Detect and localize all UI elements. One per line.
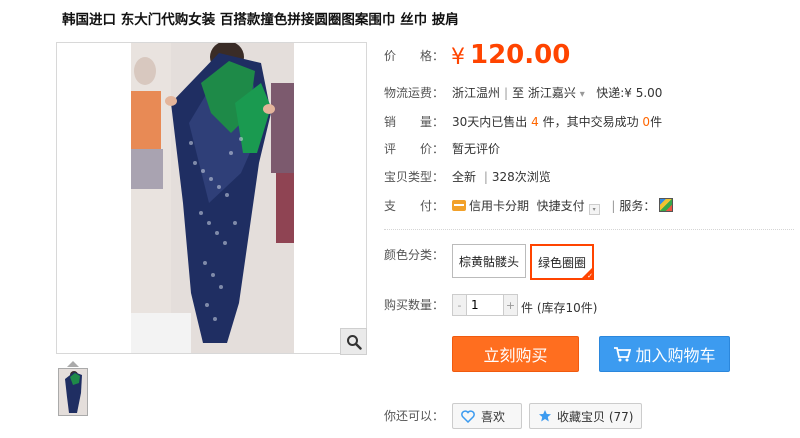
- payment-installment[interactable]: 信用卡分期: [469, 199, 529, 213]
- quantity-label: 购买数量：: [384, 298, 445, 312]
- quantity-increase-button[interactable]: +: [504, 295, 517, 315]
- sales-success-count: 0: [642, 115, 651, 129]
- quantity-row: 购买数量：: [384, 296, 452, 313]
- product-photo: [131, 43, 294, 353]
- credit-card-icon: [452, 200, 466, 211]
- color-option-brown-skull[interactable]: 棕黄骷髅头: [452, 244, 526, 278]
- cart-icon: [614, 347, 632, 362]
- service-icon[interactable]: [659, 198, 674, 212]
- product-title: 韩国进口 东大门代购女装 百搭款撞色拼接圆圈图案围巾 丝巾 披肩: [62, 12, 459, 28]
- payment-label: 支 付：: [384, 199, 445, 213]
- condition-label: 宝贝类型：: [384, 170, 445, 184]
- condition-row: 宝贝类型： 全新 | 328次浏览: [384, 170, 551, 184]
- shipping-row: 物流运费： 浙江温州 | 至 浙江嘉兴 ▾ 快递:¥ 5.00: [384, 86, 663, 100]
- thumbnail-image[interactable]: [58, 368, 88, 416]
- extra-actions-row: 你还可以：: [384, 407, 452, 424]
- color-options-row: 颜色分类：: [384, 246, 452, 263]
- shipping-destination-select[interactable]: 浙江嘉兴 ▾: [528, 86, 585, 100]
- like-button[interactable]: 喜欢: [452, 403, 522, 429]
- buy-now-label: 立刻购买: [483, 346, 548, 365]
- shipping-from: 浙江温州: [452, 86, 501, 100]
- photo-illustration: [131, 43, 294, 353]
- quantity-stock: 件 (库存10件): [521, 301, 598, 315]
- sales-label: 销 量：: [384, 115, 445, 129]
- thumbnail-strip: [58, 361, 88, 416]
- condition-views: 328次浏览: [491, 170, 551, 184]
- quantity-stepper[interactable]: - +: [452, 294, 518, 316]
- sales-suffix: 件: [650, 115, 663, 129]
- payment-row: 支 付： 信用卡分期 快捷支付 ▾ | 服务：: [384, 197, 674, 215]
- service-label: 服务：: [619, 199, 656, 213]
- shipping-to: 浙江嘉兴: [527, 86, 576, 100]
- zoom-button[interactable]: [340, 328, 367, 355]
- price-row: 价 格：: [384, 47, 452, 64]
- favorite-button[interactable]: 收藏宝贝 (77): [529, 403, 643, 429]
- price-label: 价 格：: [384, 49, 445, 63]
- sales-sold-count: 4: [531, 115, 539, 129]
- extra-actions-label: 你还可以：: [384, 409, 445, 423]
- shipping-to-prefix: 至: [512, 86, 525, 100]
- rating-label: 评 价：: [384, 142, 445, 156]
- buy-now-button[interactable]: 立刻购买: [452, 336, 579, 372]
- color-option-label: 棕黄骷髅头: [458, 254, 519, 269]
- quantity-input[interactable]: [466, 295, 504, 315]
- heart-icon: [461, 409, 475, 423]
- main-product-image[interactable]: [56, 42, 367, 354]
- thumbnail-illustration: [59, 369, 87, 415]
- add-to-cart-button[interactable]: 加入购物车: [599, 336, 730, 372]
- sales-middle: 件，其中交易成功: [542, 115, 639, 129]
- star-icon: [539, 410, 551, 422]
- selected-check-icon: [581, 267, 593, 280]
- sales-prefix: 30天内已售出: [452, 115, 528, 129]
- shipping-label: 物流运费：: [384, 86, 445, 100]
- magnifier-icon: [346, 334, 362, 350]
- shipping-express: 快递:¥ 5.00: [596, 86, 663, 100]
- thumbnail-pointer-icon: [67, 361, 79, 367]
- add-to-cart-label: 加入购物车: [635, 346, 716, 365]
- like-label: 喜欢: [481, 409, 506, 424]
- sales-row: 销 量： 30天内已售出 4 件，其中交易成功 0件: [384, 113, 662, 130]
- color-option-label: 绿色圈圈: [537, 255, 586, 270]
- color-options-label: 颜色分类：: [384, 248, 445, 262]
- quantity-decrease-button[interactable]: -: [453, 295, 466, 315]
- expand-icon[interactable]: ▾: [588, 204, 600, 215]
- favorite-label: 收藏宝贝 (77): [557, 409, 634, 424]
- rating-row: 评 价： 暂无评价: [384, 140, 500, 157]
- price-currency: ¥: [451, 45, 465, 70]
- price-value: 120.00: [470, 40, 571, 70]
- payment-express[interactable]: 快捷支付: [537, 199, 585, 213]
- condition-type: 全新: [452, 170, 477, 184]
- section-divider: [384, 229, 794, 231]
- color-option-green-circles[interactable]: 绿色圈圈: [530, 244, 594, 280]
- rating-text: 暂无评价: [452, 142, 501, 156]
- chevron-down-icon: ▾: [579, 89, 585, 100]
